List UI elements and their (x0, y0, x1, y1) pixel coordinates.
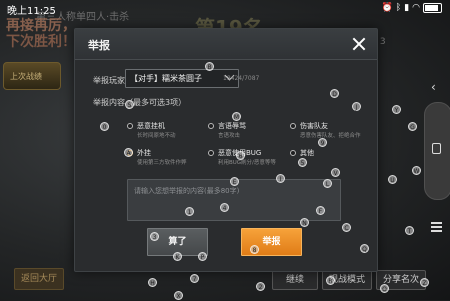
touch-marker: Q (360, 244, 369, 253)
option-desc: 长时间原地不动 (137, 133, 176, 139)
battery-icon (423, 3, 442, 13)
option-desc: 言语攻击 (218, 133, 241, 139)
touch-marker: 2 (256, 282, 265, 291)
touch-marker: 9 (318, 138, 327, 147)
report-content-label: 举报内容（最多可选3项） (93, 98, 187, 107)
touch-marker: H (148, 278, 157, 287)
touch-marker: D (330, 89, 339, 98)
option-name: 其他 (300, 149, 314, 157)
touch-marker: M (232, 112, 241, 121)
last-record-badge[interactable]: 上次战绩 (3, 62, 61, 90)
player-select[interactable]: 【对手】糯米茶圆子 (125, 69, 239, 88)
last-record-label: 上次战绩 (10, 72, 42, 81)
touch-marker: V (331, 168, 340, 177)
dialog-header: 举报 (75, 29, 377, 60)
textarea-placeholder: 请输入您想举报的内容(最多80字) (134, 187, 240, 195)
player-select-value: 【对手】糯米茶圆子 (130, 74, 202, 83)
touch-marker: L (323, 179, 332, 188)
touch-marker: O (380, 284, 389, 293)
option-name: 恶意挂机 (137, 122, 165, 130)
menu-nav-icon[interactable] (431, 222, 442, 232)
touch-marker: R (326, 276, 335, 285)
bluetooth-icon: ᛒ (395, 3, 402, 13)
option-name: 言语辱骂 (218, 122, 246, 130)
touch-marker: 4 (220, 203, 229, 212)
option-desc: 恶意伤害队友、拒绝合作 (300, 133, 361, 139)
touch-marker: W (412, 166, 421, 175)
status-bar: 晚上11:25 ⏰ ᛒ ▮ ◠ (0, 0, 450, 17)
touch-marker: 6 (236, 151, 245, 160)
player-id: 18424/7087 (223, 75, 260, 82)
option-name: 外挂 (137, 149, 151, 157)
touch-marker: P (198, 252, 207, 261)
radio-icon (208, 150, 214, 156)
touch-marker: C (342, 223, 351, 232)
back-nav-icon[interactable]: ‹ (431, 80, 436, 94)
option-desc: 利用BUG刷分/恶意等等 (218, 160, 276, 166)
alarm-icon: ⏰ (381, 3, 393, 13)
radio-icon (127, 123, 133, 129)
touch-marker: E (230, 177, 239, 186)
wifi-icon: ◠ (412, 3, 420, 13)
touch-marker: 3 (150, 232, 159, 241)
touch-marker: 5 (298, 158, 307, 167)
touch-marker: S (125, 100, 134, 109)
option-desc: 使用第三方软件作弊 (137, 160, 187, 166)
touch-marker: Z (420, 278, 429, 287)
status-time: 晚上11:25 (7, 6, 56, 17)
dialog-title: 举报 (88, 39, 110, 52)
touch-marker: 0 (100, 122, 109, 131)
touch-marker: N (300, 218, 309, 227)
radio-icon (290, 123, 296, 129)
touch-marker: 8 (250, 245, 259, 254)
touch-marker: U (388, 175, 397, 184)
touch-marker: A (124, 148, 133, 157)
touch-marker: I (276, 174, 285, 183)
touch-marker: 1 (185, 207, 194, 216)
report-dialog: 举报 举报玩家: 【对手】糯米茶圆子 18424/7087 举报内容（最多可选3… (74, 28, 378, 272)
touch-marker: 7 (190, 274, 199, 283)
touch-marker: T (405, 226, 414, 235)
result-line-2: 下次胜利！ (6, 34, 76, 50)
back-to-lobby-button[interactable]: 返回大厅 (14, 268, 64, 290)
option-name: 伤害队友 (300, 122, 328, 130)
result-line-1: 再接再厉， (6, 18, 76, 34)
home-nav-icon[interactable] (432, 143, 441, 154)
radio-icon (290, 150, 296, 156)
continue-button[interactable]: 继续 (272, 270, 318, 290)
touch-marker: X (174, 291, 183, 300)
touch-marker: B (205, 62, 214, 71)
touch-marker: F (316, 206, 325, 215)
radio-icon (208, 123, 214, 129)
status-icons: ⏰ ᛒ ▮ ◠ (382, 2, 442, 14)
touch-marker: G (408, 122, 417, 131)
player-label: 举报玩家: (93, 76, 128, 85)
signal-icon: ▮ (404, 3, 410, 13)
touch-marker: Y (392, 105, 401, 114)
close-icon[interactable] (347, 32, 371, 56)
touch-marker: J (352, 102, 361, 111)
touch-marker: K (173, 252, 182, 261)
